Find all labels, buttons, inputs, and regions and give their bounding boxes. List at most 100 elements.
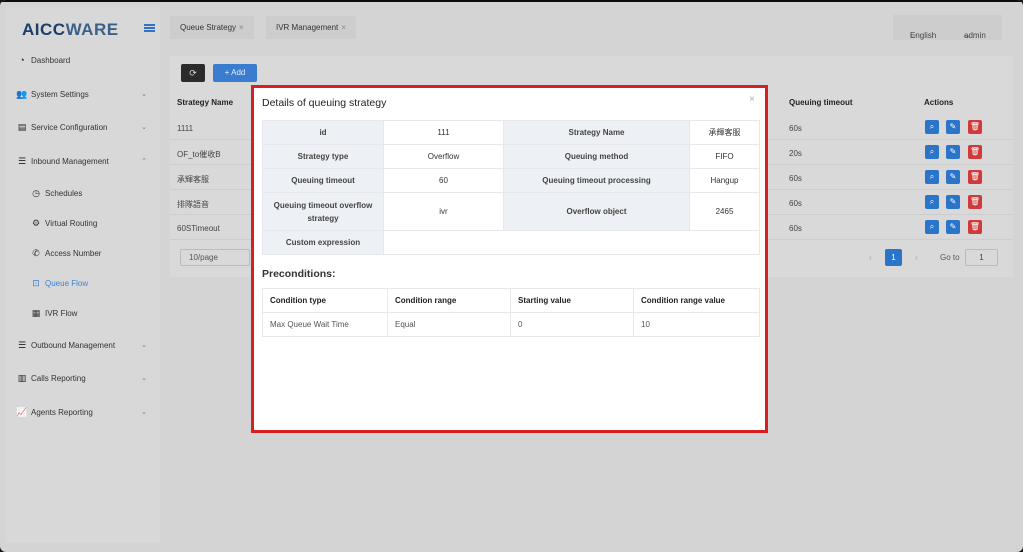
strategy-name-cell: 排隊語音 <box>177 200 209 209</box>
details-row: Queuing timeout 60 Queuing timeout proce… <box>262 168 760 193</box>
sidebar-subitem-virtual-routing[interactable]: ⚙ Virtual Routing <box>5 213 160 233</box>
sidebar-subitem-label: Virtual Routing <box>45 218 98 228</box>
sidebar-item-dashboard[interactable]: ◔ Dashboard <box>5 50 160 70</box>
sidebar-item-outbound-management[interactable]: ☰ Outbound Management ⌄ <box>5 335 160 355</box>
view-button[interactable]: ⌕ <box>925 170 939 184</box>
sidebar-subitem-label: Schedules <box>45 188 83 198</box>
prev-page-button[interactable]: ‹ <box>862 249 879 266</box>
details-row: id 111 Strategy Name 承輝客服 <box>262 120 760 145</box>
pencil-icon: ✎ <box>949 197 957 206</box>
details-row: Queuing timeout overflow strategy ivr Ov… <box>262 192 760 231</box>
sidebar-subitem-queue-flow[interactable]: ⊡ Queue Flow <box>5 273 160 293</box>
queuing-timeout-cell: 60s <box>789 199 802 208</box>
refresh-button[interactable]: ⟳ <box>181 64 205 82</box>
detail-value: Overflow <box>383 144 504 169</box>
delete-button[interactable]: 🗑 <box>968 220 982 234</box>
list-icon: ☰ <box>17 155 27 166</box>
sidebar: AICCWARE ◔ Dashboard 👥 System Settings ⌄… <box>5 7 160 543</box>
chevron-left-icon: ‹ <box>869 253 872 262</box>
chevron-down-icon: ⌵ <box>964 31 971 40</box>
column-header: Condition range <box>387 288 511 313</box>
view-button[interactable]: ⌕ <box>925 220 939 234</box>
sidebar-subitem-ivr-flow[interactable]: ▦ IVR Flow <box>5 303 160 323</box>
sidebar-item-calls-reporting[interactable]: ▥ Calls Reporting ⌄ <box>5 368 160 388</box>
chevron-down-icon: ⌄ <box>141 375 147 382</box>
detail-value: 承輝客服 <box>689 120 760 145</box>
condition-type-cell: Max Queue Wait Time <box>262 312 388 337</box>
tab-queue-strategy[interactable]: Queue Strategy × <box>170 16 254 39</box>
menu-collapse-icon[interactable] <box>144 24 155 32</box>
edit-button[interactable]: ✎ <box>946 120 960 134</box>
chevron-down-icon: ⌄ <box>141 409 147 416</box>
sidebar-item-label: Outbound Management <box>31 340 116 350</box>
tab-label: IVR Management <box>276 23 339 32</box>
page-size-select[interactable]: 10/page <box>180 249 250 266</box>
sidebar-item-agents-reporting[interactable]: 📈 Agents Reporting ⌄ <box>5 402 160 422</box>
detail-value: FIFO <box>689 144 760 169</box>
ivr-icon: ▦ <box>31 307 41 318</box>
list-icon: ☰ <box>17 339 27 350</box>
close-icon[interactable]: × <box>239 23 244 32</box>
search-icon: ⌕ <box>929 222 935 231</box>
detail-value: Hangup <box>689 168 760 193</box>
delete-button[interactable]: 🗑 <box>968 120 982 134</box>
view-button[interactable]: ⌕ <box>925 120 939 134</box>
queuing-timeout-cell: 60s <box>789 174 802 183</box>
condition-range-cell: Equal <box>387 312 511 337</box>
strategy-name-cell: 60STimeout <box>177 224 220 233</box>
search-icon: ⌕ <box>929 147 935 156</box>
edit-button[interactable]: ✎ <box>946 195 960 209</box>
app-window: AICCWARE ◔ Dashboard 👥 System Settings ⌄… <box>0 0 1023 552</box>
header-user-area: English ⌵ admin ⌵ <box>893 15 1002 40</box>
strategy-name-cell: 承輝客服 <box>177 175 209 184</box>
detail-value: 2465 <box>689 192 760 231</box>
delete-button[interactable]: 🗑 <box>968 195 982 209</box>
close-icon[interactable]: × <box>341 23 346 32</box>
trash-icon: 🗑 <box>969 197 981 206</box>
search-icon: ⌕ <box>929 122 935 131</box>
sidebar-item-inbound-management[interactable]: ☰ Inbound Management ⌃ <box>5 151 160 171</box>
preconditions-table: Condition type Condition range Starting … <box>262 288 760 337</box>
sidebar-item-label: System Settings <box>31 89 89 99</box>
detail-value: 111 <box>383 120 504 145</box>
chevron-down-icon: ⌄ <box>141 124 147 131</box>
window-top-edge <box>0 0 1023 2</box>
strategy-details-table: id 111 Strategy Name 承輝客服 Strategy type … <box>262 120 760 255</box>
chevron-up-icon: ⌃ <box>141 158 147 165</box>
tab-label: Queue Strategy <box>180 23 237 32</box>
starting-value-cell: 0 <box>510 312 634 337</box>
sidebar-item-system-settings[interactable]: 👥 System Settings ⌄ <box>5 84 160 104</box>
strategy-name-cell: OF_to催收B <box>177 150 221 159</box>
sidebar-item-label: Inbound Management <box>31 156 109 166</box>
sidebar-subitem-schedules[interactable]: ◷ Schedules <box>5 183 160 203</box>
edit-button[interactable]: ✎ <box>946 170 960 184</box>
search-icon: ⌕ <box>929 172 935 181</box>
page-button-current[interactable]: 1 <box>885 249 902 266</box>
sidebar-item-service-configuration[interactable]: ▤ Service Configuration ⌄ <box>5 117 160 137</box>
sidebar-subitem-access-number[interactable]: ✆ Access Number <box>5 243 160 263</box>
table-row: Max Queue Wait Time Equal 0 10 <box>262 312 760 337</box>
detail-label: Queuing timeout <box>262 168 384 193</box>
view-button[interactable]: ⌕ <box>925 195 939 209</box>
detail-label: Custom expression <box>262 230 384 255</box>
goto-label: Go to <box>940 253 960 262</box>
add-button[interactable]: + Add <box>213 64 257 82</box>
app-logo[interactable]: AICCWARE <box>22 20 119 40</box>
goto-page-input[interactable]: 1 <box>965 249 998 266</box>
strategy-details-dialog: Details of queuing strategy × id 111 Str… <box>251 85 768 433</box>
search-icon: ⌕ <box>929 197 935 206</box>
pencil-icon: ✎ <box>949 222 957 231</box>
next-page-button[interactable]: › <box>908 249 925 266</box>
edit-button[interactable]: ✎ <box>946 220 960 234</box>
tab-ivr-management[interactable]: IVR Management × <box>266 16 356 39</box>
column-header-queuing-timeout[interactable]: Queuing timeout <box>789 98 853 107</box>
column-header-strategy-name[interactable]: Strategy Name <box>177 98 233 107</box>
close-icon[interactable]: × <box>749 94 755 105</box>
delete-button[interactable]: 🗑 <box>968 145 982 159</box>
edit-button[interactable]: ✎ <box>946 145 960 159</box>
delete-button[interactable]: 🗑 <box>968 170 982 184</box>
phone-icon: ✆ <box>32 247 40 258</box>
dashboard-icon: ◔ <box>19 55 25 65</box>
detail-label: Queuing method <box>503 144 690 169</box>
view-button[interactable]: ⌕ <box>925 145 939 159</box>
